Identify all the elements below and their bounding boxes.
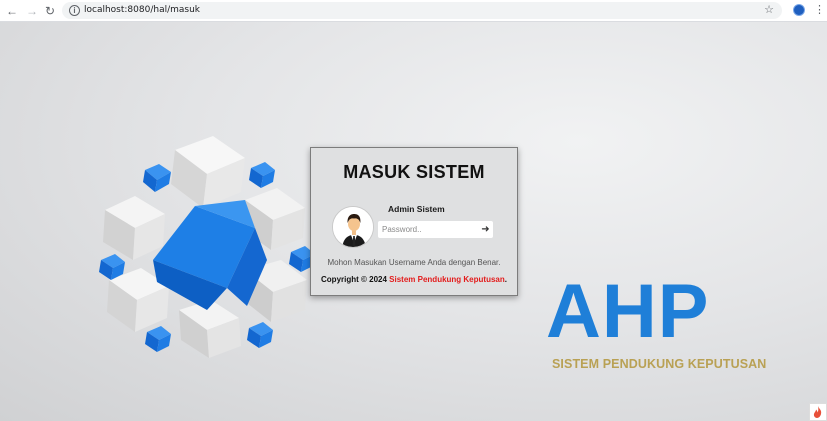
back-arrow-icon[interactable]: ← [4,3,20,19]
forward-arrow-icon[interactable]: → [24,3,40,19]
site-info-icon[interactable]: i [69,5,80,16]
large-blue-cube-icon [153,200,267,310]
blue-cube-icon [143,164,171,192]
login-title: MASUK SISTEM [343,162,485,182]
copyright-suffix: . [504,275,507,284]
copyright-text: Copyright © 2024 Sistem Pendukung Keputu… [311,275,517,284]
reload-icon[interactable]: ↻ [42,3,58,19]
flame-icon[interactable] [809,403,827,421]
profile-avatar-icon[interactable] [793,4,805,16]
password-field[interactable] [378,221,493,238]
url-text[interactable]: localhost:8080/hal/masuk [84,5,200,15]
white-cube-icon [103,196,165,260]
blue-cube-icon [249,162,275,188]
ahp-tagline: SISTEM PENDUKUNG KEPUTUSAN [552,357,767,371]
browser-menu-icon[interactable]: ⋮ [814,3,825,16]
white-cube-icon [171,136,245,208]
bookmark-star-icon[interactable]: ☆ [764,3,774,16]
browser-toolbar: ← → ↻ i localhost:8080/hal/masuk ☆ ⋮ [0,0,827,22]
blue-cube-icon [145,326,171,352]
copyright-brand: Sistem Pendukung Keputusan [389,275,505,284]
ahp-logo: AHP [546,269,710,354]
white-cube-icon [179,300,241,358]
address-bar[interactable]: i localhost:8080/hal/masuk ☆ [62,2,782,19]
cube-cluster-illustration [99,136,315,358]
copyright-prefix: Copyright © 2024 [321,275,387,284]
admin-user-label: Admin Sistem [388,204,445,214]
login-hint-text: Mohon Masukan Username Anda dengan Benar… [327,258,501,267]
submit-arrow-icon[interactable]: ➜ [478,221,493,238]
login-card: MASUK SISTEM Admin Sistem ➜ Mohon Masuka… [310,147,518,296]
admin-avatar-icon [332,206,374,248]
blue-cube-icon [247,322,273,348]
